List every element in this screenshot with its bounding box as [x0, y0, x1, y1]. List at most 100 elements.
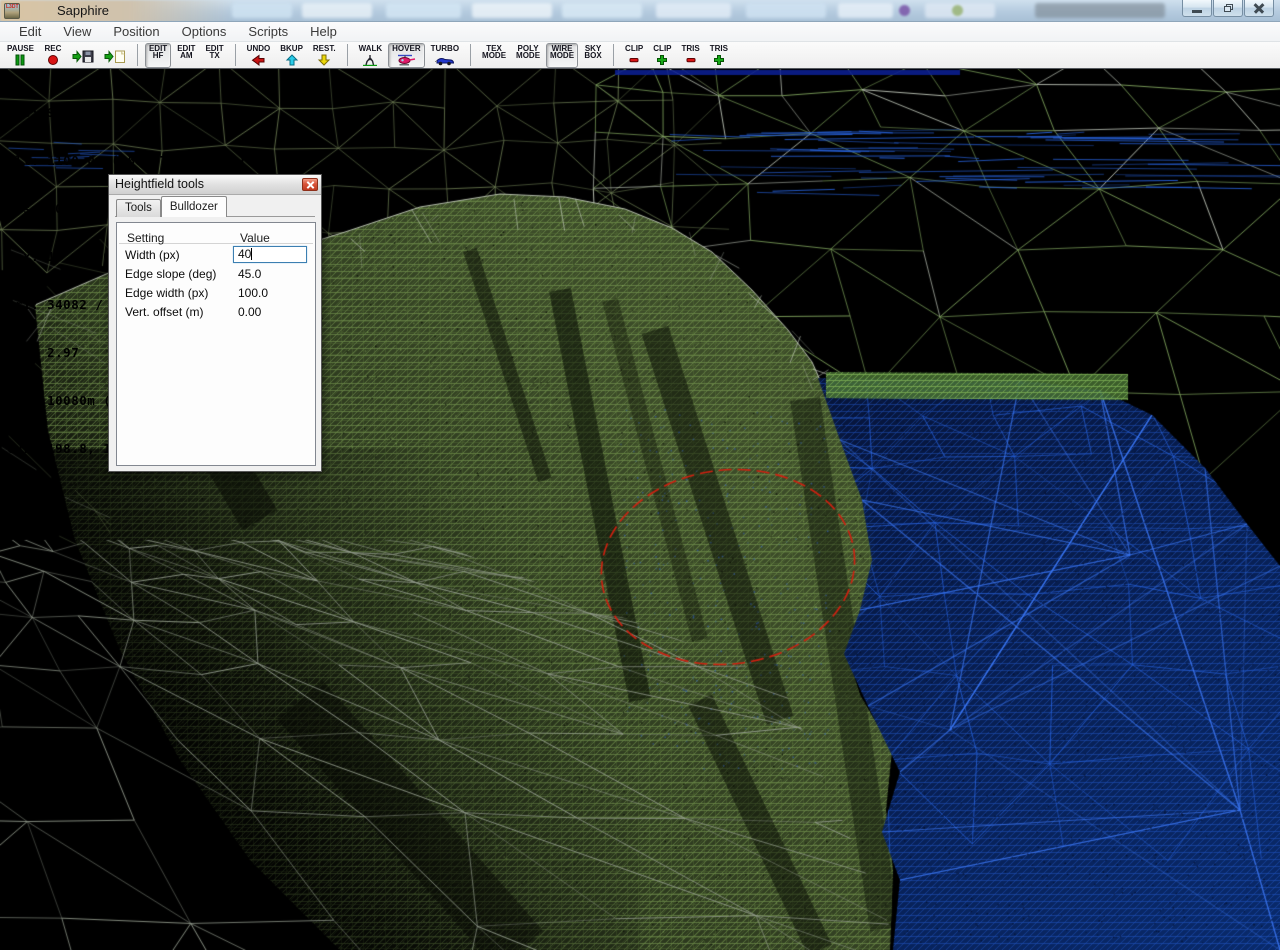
menu-view[interactable]: View [52, 22, 102, 42]
tab-strip: Tools Bulldozer [116, 196, 227, 217]
pause-button[interactable]: PAUSE [3, 43, 38, 68]
save-button[interactable] [68, 43, 98, 68]
background-window-blur [562, 3, 642, 18]
minus-icon [625, 53, 643, 66]
poly-mode-button[interactable]: POLY MODE [512, 43, 544, 68]
setting-value[interactable]: 45.0 [225, 267, 261, 281]
turbo-mode-button[interactable]: TURBO [427, 43, 463, 68]
tab-bulldozer[interactable]: Bulldozer [161, 196, 227, 217]
background-window-blur [386, 3, 461, 18]
restore-icon [1224, 4, 1233, 12]
load-icon [104, 50, 126, 63]
load-button[interactable] [100, 43, 130, 68]
heightfield-tools-dialog: Heightfield tools Tools Bulldozer Settin… [108, 174, 322, 472]
background-window-blur [656, 3, 731, 18]
close-icon [307, 181, 314, 188]
menu-bar: Edit View Position Options Scripts Help [0, 22, 1280, 42]
dialog-close-button[interactable] [302, 178, 318, 191]
table-row: Vert. offset (m) 0.00 [117, 303, 315, 320]
window-titlebar[interactable]: L3DT Sapphire [0, 0, 1280, 22]
menu-scripts[interactable]: Scripts [237, 22, 299, 42]
minimize-icon [1192, 10, 1202, 13]
tex-mode-button[interactable]: TEX MODE [478, 43, 510, 68]
tris-decrease-button[interactable]: TRIS [678, 43, 704, 68]
undo-button[interactable]: UNDO [243, 43, 275, 68]
backup-arrow-icon [283, 53, 301, 66]
hud-pos: pos: 95, 52 [7, 105, 272, 121]
menu-position[interactable]: Position [102, 22, 170, 42]
toolbar: PAUSE REC EDIT HF EDIT AM EDIT TX UNDO [0, 42, 1280, 69]
save-icon [72, 50, 94, 63]
viewport: pos: 95, 52 alt: 1100.0m (+682.7m) - hov… [0, 69, 1280, 950]
toolbar-separator [235, 44, 236, 66]
edit-am-button[interactable]: EDIT AM [173, 43, 199, 68]
menu-options[interactable]: Options [171, 22, 238, 42]
column-value: Value [227, 231, 270, 243]
window-controls [1181, 0, 1274, 17]
dialog-titlebar[interactable]: Heightfield tools [109, 175, 321, 195]
clip-increase-button[interactable]: CLIP [649, 43, 675, 68]
setting-value[interactable]: 0.00 [225, 305, 261, 319]
plus-icon [710, 53, 728, 66]
restore-button[interactable] [1213, 0, 1243, 17]
background-window-blur [232, 3, 292, 18]
plus-icon [653, 53, 671, 66]
text-caret [251, 248, 252, 260]
background-window-blur [899, 5, 910, 16]
dialog-body: Tools Bulldozer Setting Value Width (px)… [109, 195, 321, 472]
background-window-blur [302, 3, 372, 18]
titlebar-blur-backdrop [0, 0, 235, 22]
sky-box-button[interactable]: SKY BOX [580, 43, 606, 68]
setting-label: Edge slope (deg) [117, 267, 225, 281]
toolbar-separator [470, 44, 471, 66]
setting-value[interactable]: 100.0 [225, 286, 268, 300]
setting-label: Vert. offset (m) [117, 305, 225, 319]
edit-tx-button[interactable]: EDIT TX [201, 43, 227, 68]
close-button[interactable] [1244, 0, 1274, 17]
record-button[interactable]: REC [40, 43, 66, 68]
walk-mode-button[interactable]: WALK [355, 43, 387, 68]
width-input[interactable]: 40 [233, 246, 307, 263]
table-row: Edge slope (deg) 45.0 [117, 265, 315, 282]
settings-table: Setting Value Width (px) 40 Edge slope (… [116, 222, 316, 466]
walk-icon [361, 53, 379, 66]
close-icon [1254, 3, 1264, 13]
background-window-blur [952, 5, 963, 16]
tab-tools[interactable]: Tools [116, 199, 161, 217]
menu-edit[interactable]: Edit [8, 22, 52, 42]
table-row: Edge width (px) 100.0 [117, 284, 315, 301]
background-window-blur [838, 3, 893, 18]
setting-label: Width (px) [117, 248, 225, 262]
restore-arrow-icon [315, 53, 333, 66]
table-header: Setting Value [119, 223, 313, 244]
app-icon: L3DT [4, 3, 20, 19]
background-window-blur [472, 3, 552, 18]
undo-arrow-icon [249, 53, 267, 66]
hover-mode-button[interactable]: HOVER [388, 43, 424, 68]
application-window: L3DT Sapphire Edit View Position Options… [0, 0, 1280, 950]
tris-increase-button[interactable]: TRIS [706, 43, 732, 68]
dialog-title: Heightfield tools [115, 177, 204, 191]
column-setting: Setting [119, 231, 227, 243]
toolbar-separator [137, 44, 138, 66]
hud-alt: alt: 1100.0m (+682.7m) - hovering [7, 153, 272, 169]
helicopter-icon [395, 53, 417, 66]
record-icon [44, 53, 62, 66]
minus-icon [682, 53, 700, 66]
window-title: Sapphire [57, 3, 109, 18]
car-icon [434, 53, 456, 66]
toolbar-separator [347, 44, 348, 66]
background-window-blur [1035, 3, 1165, 18]
clip-decrease-button[interactable]: CLIP [621, 43, 647, 68]
toolbar-separator [613, 44, 614, 66]
minimize-button[interactable] [1182, 0, 1212, 17]
menu-help[interactable]: Help [299, 22, 348, 42]
table-row: Width (px) 40 [117, 246, 315, 263]
pause-icon [11, 53, 29, 66]
backup-button[interactable]: BKUP [276, 43, 307, 68]
background-window-blur [746, 3, 826, 18]
setting-label: Edge width (px) [117, 286, 225, 300]
restore-backup-button[interactable]: REST. [309, 43, 340, 68]
edit-hf-button[interactable]: EDIT HF [145, 43, 171, 68]
wire-mode-button[interactable]: WIRE MODE [546, 43, 578, 68]
